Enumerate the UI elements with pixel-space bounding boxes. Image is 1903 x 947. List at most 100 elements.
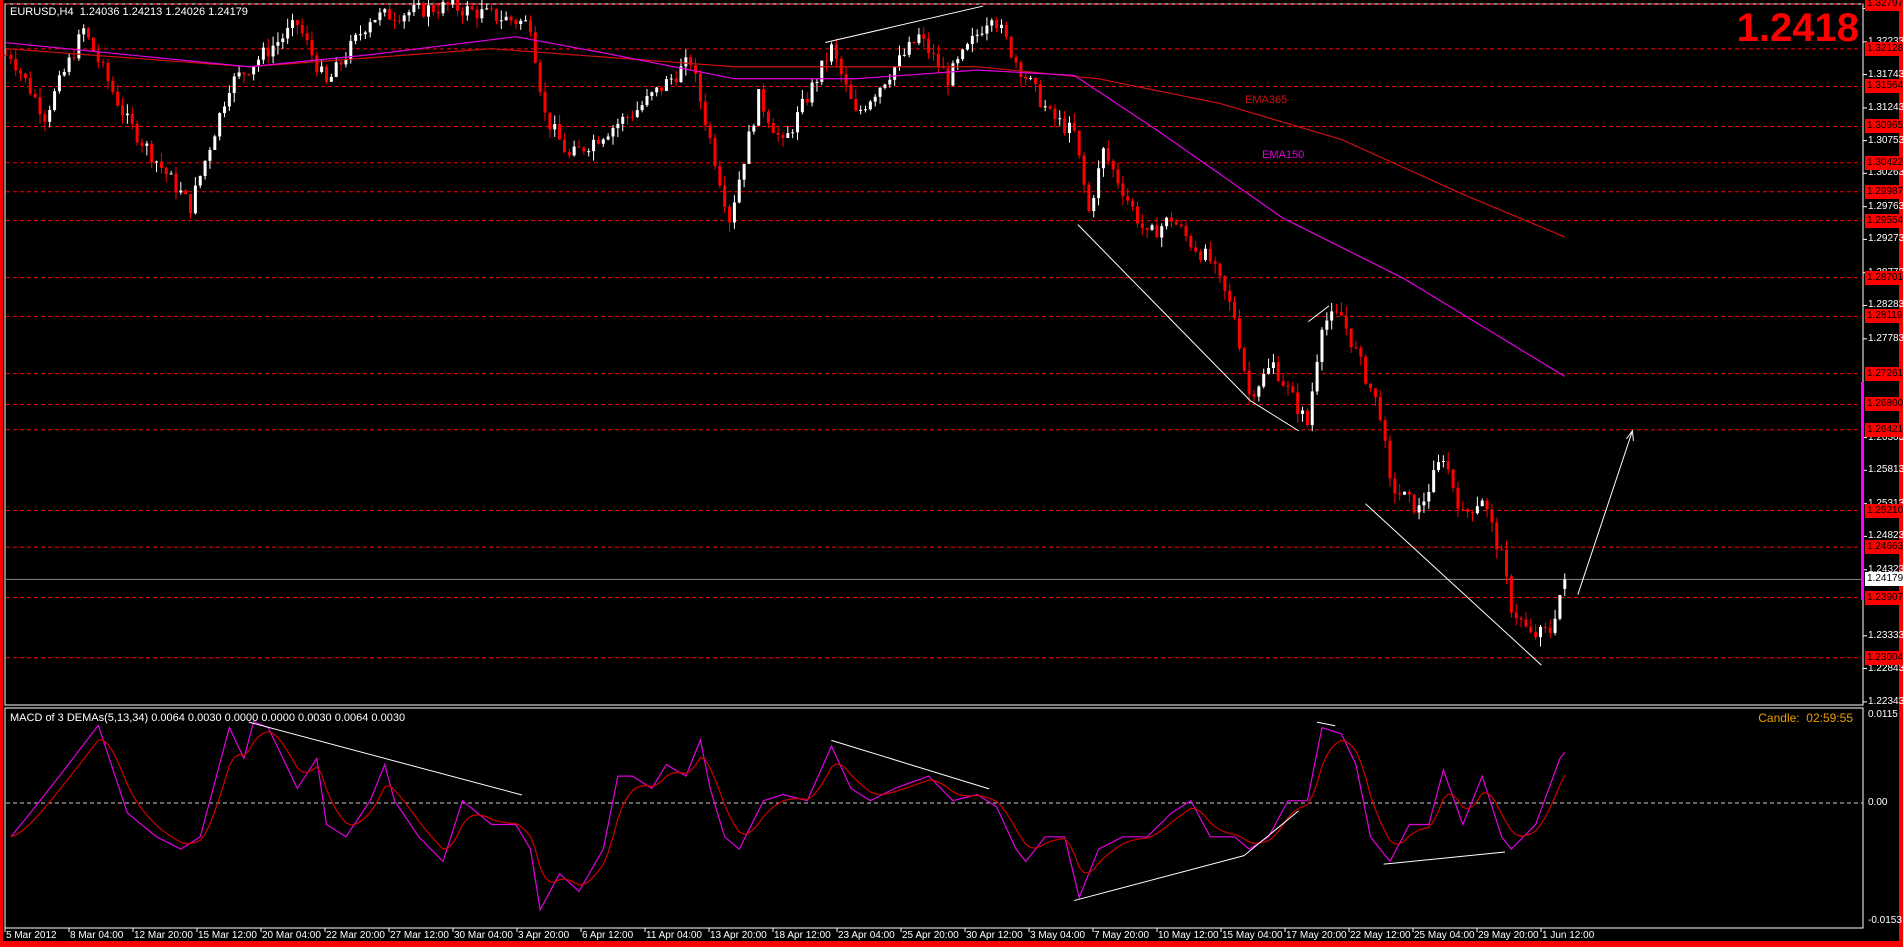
bear-candle (509, 16, 513, 21)
bull-candle (1480, 500, 1484, 507)
price-axis-label: 1.22343 (1868, 695, 1903, 707)
bear-candle (1169, 217, 1173, 222)
bear-candle (844, 74, 848, 85)
level-label: 1.28119 (1865, 309, 1903, 324)
bear-candle (1373, 388, 1377, 398)
bull-candle (752, 125, 756, 132)
bear-candle (1024, 76, 1028, 79)
bull-candle (1058, 118, 1062, 120)
bull-candle (640, 105, 644, 111)
bull-candle (587, 151, 591, 153)
bull-candle (1315, 361, 1319, 392)
bull-candle (1320, 329, 1324, 362)
bear-candle (116, 91, 120, 106)
bear-candle (1233, 301, 1237, 319)
bear-candle (1004, 24, 1008, 37)
bear-candle (1485, 500, 1489, 510)
bear-candle (1412, 494, 1416, 513)
time-axis-label: 12 Mar 20:00 (134, 930, 193, 941)
time-axis-label: 27 Mar 12:00 (390, 930, 449, 941)
bull-candle (1422, 501, 1426, 506)
bull-candle (684, 57, 688, 67)
bull-candle (1301, 410, 1305, 414)
bull-candle (990, 20, 994, 26)
bear-candle (1223, 275, 1227, 291)
bull-candle (407, 12, 411, 16)
trendline (1383, 851, 1506, 865)
time-axis-label: 25 Apr 20:00 (902, 930, 959, 941)
bear-candle (300, 25, 304, 34)
time-axis-label: 17 May 20:00 (1286, 930, 1347, 941)
bear-candle (1471, 511, 1475, 514)
bear-candle (849, 84, 853, 99)
bear-candle (1543, 626, 1547, 628)
bull-candle (344, 59, 348, 65)
bear-candle (626, 116, 630, 118)
bull-candle (635, 110, 639, 117)
bear-candle (1174, 221, 1178, 225)
time-axis-label: 30 Apr 12:00 (966, 930, 1023, 941)
bear-candle (834, 44, 838, 59)
bear-candle (28, 78, 32, 94)
bear-candle (470, 6, 474, 10)
macd-signal-line (10, 730, 1566, 886)
bear-candle (135, 123, 139, 143)
bull-candle (261, 47, 265, 60)
macd-axis-max: 0.0115 (1868, 709, 1898, 720)
bull-candle (451, 0, 455, 5)
level-label: 1.26800 (1865, 397, 1903, 412)
bear-candle (946, 68, 950, 86)
bull-candle (417, 3, 421, 5)
bull-candle (621, 116, 625, 124)
bull-candle (859, 109, 863, 111)
bear-candle (1126, 196, 1130, 201)
bull-candle (412, 4, 416, 13)
bear-candle (582, 147, 586, 152)
bull-candle (1092, 197, 1096, 212)
bear-candle (1466, 509, 1470, 512)
trendline (1316, 721, 1336, 727)
chart-canvas[interactable] (0, 0, 1903, 947)
bull-candle (485, 8, 489, 10)
bull-candle (980, 33, 984, 35)
bear-candle (1019, 62, 1023, 77)
macd-header: MACD of 3 DEMAs(5,13,34) 0.0064 0.0030 0… (10, 712, 406, 724)
bull-candle (611, 128, 615, 137)
bull-candle (757, 89, 761, 126)
bear-candle (1524, 619, 1528, 627)
level-label: 1.26421 (1865, 422, 1903, 437)
bear-candle (1349, 328, 1353, 348)
bear-candle (1252, 394, 1256, 397)
bull-candle (1563, 579, 1567, 589)
bull-candle (655, 87, 659, 93)
bear-candle (43, 114, 47, 122)
bull-candle (67, 57, 71, 72)
bear-candle (694, 65, 698, 74)
bull-candle (1475, 506, 1479, 514)
bull-candle (281, 38, 285, 43)
bull-candle (961, 49, 965, 60)
bear-candle (1495, 522, 1499, 550)
price-axis-label: 1.25813 (1868, 464, 1903, 476)
bear-candle (1354, 347, 1358, 349)
bull-candle (426, 5, 430, 17)
bear-candle (630, 116, 634, 118)
bull-candle (902, 54, 906, 56)
bear-candle (189, 194, 193, 214)
bull-candle (524, 20, 528, 22)
bear-candle (708, 125, 712, 138)
bear-candle (460, 10, 464, 16)
bear-candle (854, 98, 858, 111)
bear-candle (431, 5, 435, 12)
time-axis-label: 23 Apr 04:00 (838, 930, 895, 941)
bear-candle (1155, 225, 1159, 238)
bear-candle (1305, 410, 1309, 426)
bear-candle (912, 41, 916, 44)
bull-candle (1310, 391, 1314, 426)
bear-candle (1213, 261, 1217, 264)
bear-candle (1237, 318, 1241, 349)
bull-candle (1165, 217, 1169, 227)
bull-candle (883, 84, 887, 88)
trendline (1249, 400, 1299, 432)
bull-candle (1101, 148, 1105, 169)
